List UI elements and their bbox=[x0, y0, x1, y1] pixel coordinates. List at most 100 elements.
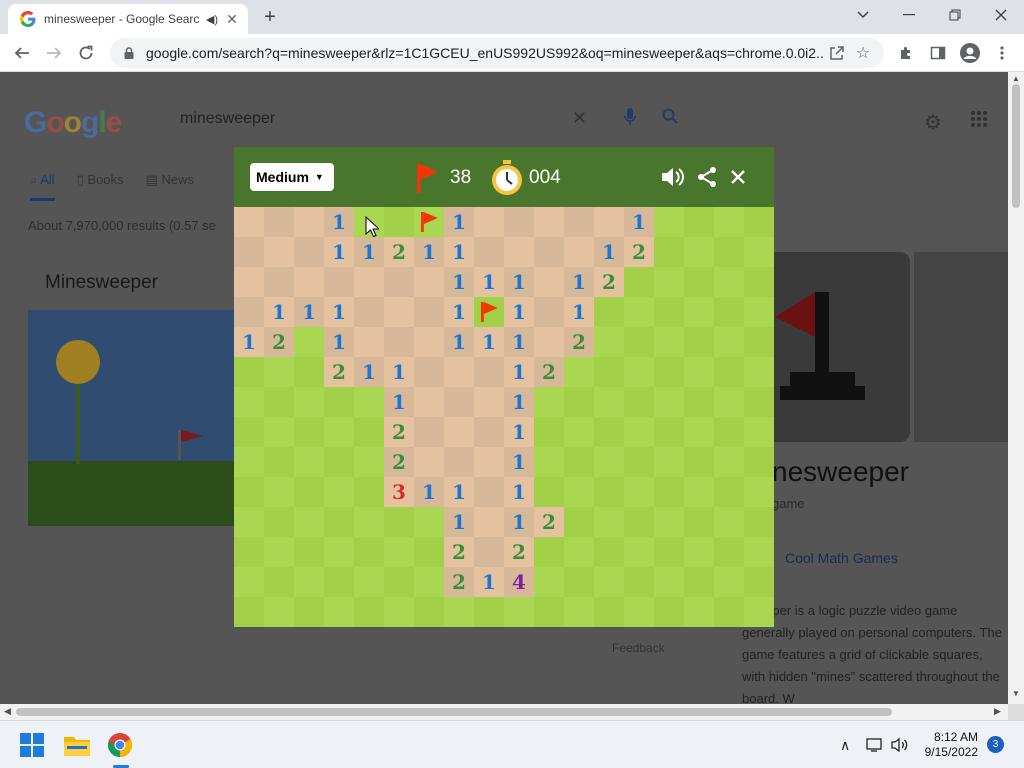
hidden-cell[interactable] bbox=[534, 567, 564, 597]
number-cell[interactable]: 1 bbox=[504, 267, 534, 297]
hidden-cell[interactable] bbox=[714, 567, 744, 597]
number-cell[interactable]: 1 bbox=[234, 327, 264, 357]
number-cell[interactable]: 1 bbox=[324, 297, 354, 327]
hidden-cell[interactable] bbox=[564, 537, 594, 567]
empty-cell[interactable] bbox=[564, 207, 594, 237]
empty-cell[interactable] bbox=[474, 417, 504, 447]
empty-cell[interactable] bbox=[474, 507, 504, 537]
hidden-cell[interactable] bbox=[384, 507, 414, 537]
empty-cell[interactable] bbox=[234, 237, 264, 267]
hidden-cell[interactable] bbox=[294, 447, 324, 477]
empty-cell[interactable] bbox=[564, 237, 594, 267]
hidden-cell[interactable] bbox=[294, 417, 324, 447]
empty-cell[interactable] bbox=[474, 477, 504, 507]
hidden-cell[interactable] bbox=[594, 297, 624, 327]
empty-cell[interactable] bbox=[354, 267, 384, 297]
empty-cell[interactable] bbox=[474, 387, 504, 417]
hidden-cell[interactable] bbox=[234, 417, 264, 447]
hidden-cell[interactable] bbox=[714, 357, 744, 387]
tab-books[interactable]: ▯ Books bbox=[77, 172, 124, 201]
hidden-cell[interactable] bbox=[384, 567, 414, 597]
google-apps-icon[interactable] bbox=[970, 110, 988, 134]
empty-cell[interactable] bbox=[264, 207, 294, 237]
empty-cell[interactable] bbox=[414, 417, 444, 447]
hidden-cell[interactable] bbox=[264, 357, 294, 387]
hidden-cell[interactable] bbox=[744, 417, 774, 447]
hidden-cell[interactable] bbox=[294, 597, 324, 627]
hidden-cell[interactable] bbox=[624, 417, 654, 447]
hidden-cell[interactable] bbox=[354, 417, 384, 447]
hidden-cell[interactable] bbox=[714, 507, 744, 537]
hidden-cell[interactable] bbox=[564, 477, 594, 507]
hidden-cell[interactable] bbox=[714, 297, 744, 327]
hidden-cell[interactable] bbox=[294, 357, 324, 387]
hidden-cell[interactable] bbox=[564, 357, 594, 387]
hidden-cell[interactable] bbox=[354, 567, 384, 597]
hidden-cell[interactable] bbox=[324, 447, 354, 477]
hidden-cell[interactable] bbox=[474, 597, 504, 627]
reload-button[interactable] bbox=[72, 39, 100, 67]
number-cell[interactable]: 1 bbox=[594, 237, 624, 267]
hidden-cell[interactable] bbox=[684, 417, 714, 447]
hidden-cell[interactable] bbox=[684, 387, 714, 417]
hidden-cell[interactable] bbox=[594, 387, 624, 417]
hidden-cell[interactable] bbox=[654, 567, 684, 597]
file-explorer-icon[interactable] bbox=[61, 729, 93, 761]
hidden-cell[interactable] bbox=[564, 507, 594, 537]
flag-image-thumbnail[interactable] bbox=[760, 252, 910, 442]
number-cell[interactable]: 1 bbox=[264, 297, 294, 327]
difficulty-dropdown[interactable]: Medium ▼ bbox=[250, 163, 334, 191]
hidden-cell[interactable] bbox=[624, 447, 654, 477]
number-cell[interactable]: 1 bbox=[504, 297, 534, 327]
hidden-cell[interactable] bbox=[684, 297, 714, 327]
hidden-cell[interactable] bbox=[564, 597, 594, 627]
back-button[interactable] bbox=[8, 39, 36, 67]
number-cell[interactable]: 2 bbox=[564, 327, 594, 357]
hidden-cell[interactable] bbox=[534, 477, 564, 507]
game-board[interactable]: 1111121112111121111111211112211121121213… bbox=[234, 207, 774, 627]
hidden-cell[interactable] bbox=[684, 447, 714, 477]
scroll-right-icon[interactable]: ▶ bbox=[994, 706, 1001, 717]
search-icon[interactable] bbox=[662, 108, 678, 129]
hidden-cell[interactable] bbox=[594, 507, 624, 537]
number-cell[interactable]: 1 bbox=[444, 327, 474, 357]
close-game-icon[interactable] bbox=[723, 163, 753, 191]
chrome-taskbar-icon[interactable] bbox=[104, 729, 136, 761]
hidden-cell[interactable] bbox=[324, 417, 354, 447]
hidden-cell[interactable] bbox=[714, 537, 744, 567]
number-cell[interactable]: 2 bbox=[534, 357, 564, 387]
hidden-cell[interactable] bbox=[744, 207, 774, 237]
number-cell[interactable]: 1 bbox=[444, 267, 474, 297]
number-cell[interactable]: 1 bbox=[324, 327, 354, 357]
hidden-cell[interactable] bbox=[354, 477, 384, 507]
hidden-cell[interactable] bbox=[654, 387, 684, 417]
notification-badge[interactable]: 3 bbox=[987, 736, 1004, 753]
empty-cell[interactable] bbox=[234, 297, 264, 327]
empty-cell[interactable] bbox=[354, 327, 384, 357]
hidden-cell[interactable] bbox=[744, 447, 774, 477]
empty-cell[interactable] bbox=[474, 447, 504, 477]
hidden-cell[interactable] bbox=[624, 387, 654, 417]
empty-cell[interactable] bbox=[384, 327, 414, 357]
hidden-cell[interactable] bbox=[234, 477, 264, 507]
voice-search-icon[interactable] bbox=[624, 108, 636, 131]
hidden-cell[interactable] bbox=[744, 507, 774, 537]
number-cell[interactable]: 1 bbox=[504, 417, 534, 447]
show-hidden-icons-icon[interactable]: ∧ bbox=[840, 737, 850, 754]
number-cell[interactable]: 1 bbox=[504, 507, 534, 537]
audio-playing-icon[interactable]: ◀) bbox=[206, 13, 218, 26]
windows-start-icon[interactable] bbox=[16, 729, 48, 761]
hidden-cell[interactable] bbox=[684, 207, 714, 237]
hidden-cell[interactable] bbox=[594, 417, 624, 447]
clear-search-icon[interactable]: ✕ bbox=[572, 108, 587, 129]
empty-cell[interactable] bbox=[294, 237, 324, 267]
number-cell[interactable]: 2 bbox=[444, 567, 474, 597]
hidden-cell[interactable] bbox=[594, 567, 624, 597]
empty-cell[interactable] bbox=[414, 327, 444, 357]
hidden-cell[interactable] bbox=[594, 597, 624, 627]
hidden-cell[interactable] bbox=[234, 387, 264, 417]
share-icon[interactable] bbox=[692, 163, 722, 191]
share-page-icon[interactable] bbox=[824, 41, 850, 65]
chrome-menu-icon[interactable] bbox=[988, 39, 1016, 67]
hidden-cell[interactable] bbox=[714, 267, 744, 297]
